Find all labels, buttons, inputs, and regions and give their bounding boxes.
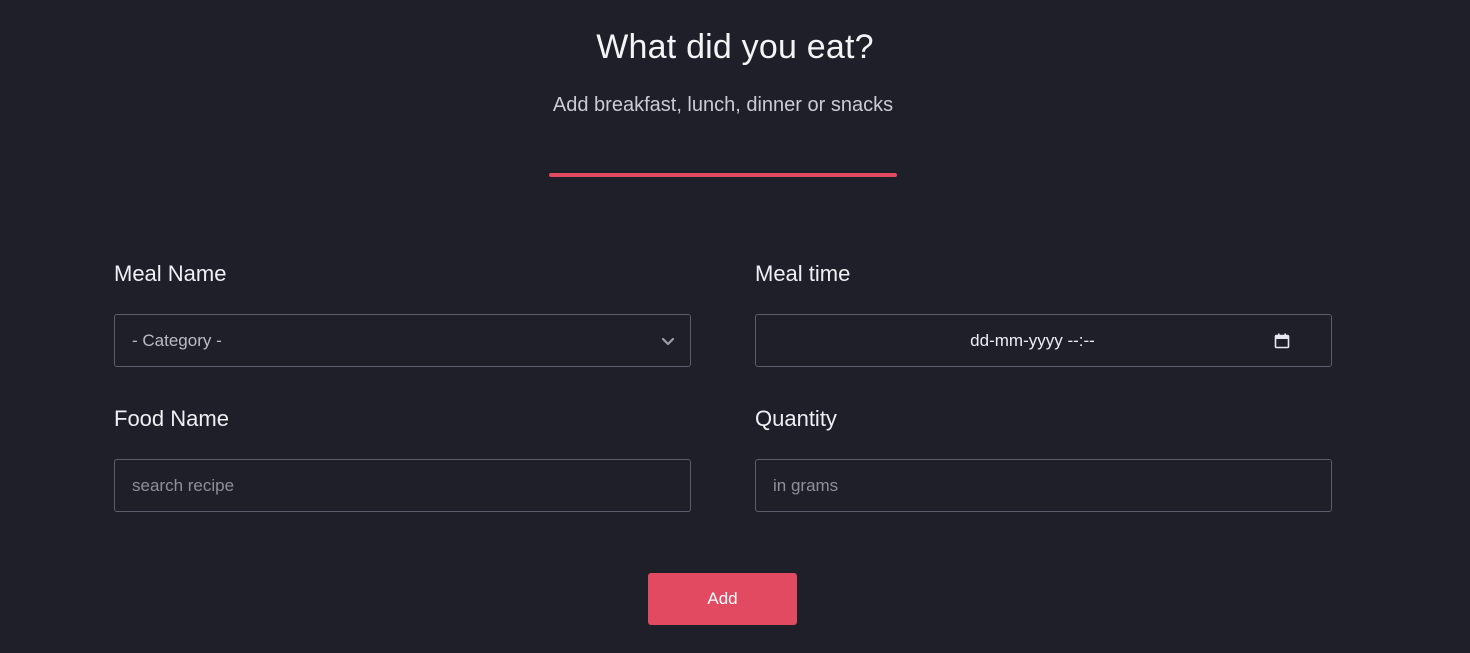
meal-time-label: Meal time — [755, 261, 851, 286]
meal-time-input[interactable]: dd-mm-yyyy --:-- — [755, 314, 1332, 367]
meal-time-value: dd-mm-yyyy --:-- — [970, 331, 1095, 350]
meal-name-label: Meal Name — [114, 261, 227, 286]
page-title: What did you eat? — [596, 28, 874, 66]
food-name-label: Food Name — [114, 406, 229, 431]
food-name-input[interactable] — [114, 459, 691, 512]
meal-category-value: - Category - — [132, 331, 222, 350]
add-button[interactable]: Add — [648, 573, 797, 625]
page-subtitle: Add breakfast, lunch, dinner or snacks — [552, 94, 894, 116]
meal-category-select[interactable]: - Category - — [114, 314, 691, 367]
title-divider — [549, 173, 897, 177]
quantity-input[interactable] — [755, 459, 1332, 512]
calendar-icon[interactable] — [1274, 333, 1290, 349]
chevron-down-icon — [661, 337, 675, 346]
add-meal-page: What did you eat? Add breakfast, lunch, … — [0, 0, 1470, 653]
quantity-label: Quantity — [755, 406, 837, 431]
